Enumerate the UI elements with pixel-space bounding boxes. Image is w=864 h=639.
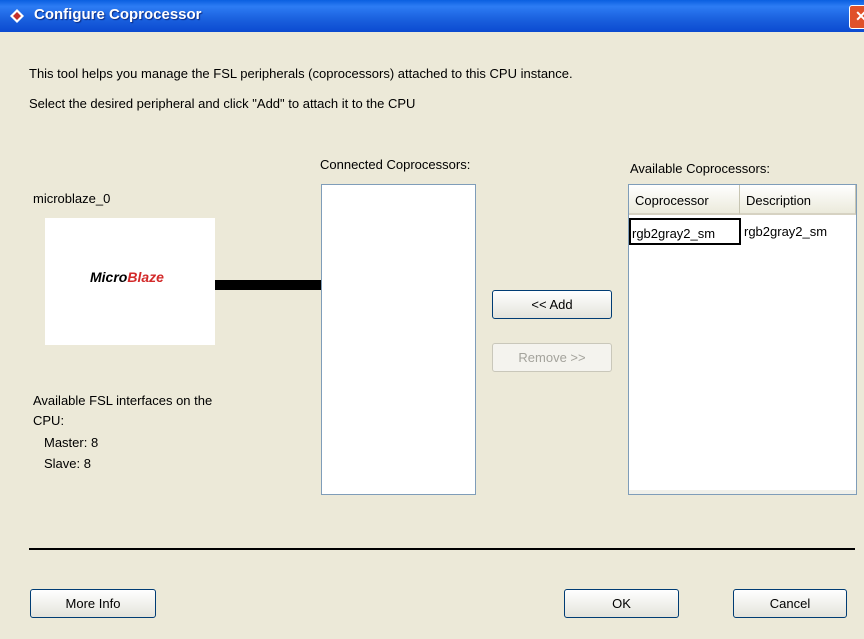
master-count: Master: 8 <box>44 435 99 450</box>
microblaze-logo: MicroBlaze <box>90 269 164 285</box>
configure-coprocessor-dialog: Configure Coprocessor ✕ This tool helps … <box>0 0 864 639</box>
close-button[interactable]: ✕ <box>849 5 864 29</box>
table-cell-coprocessor[interactable]: rgb2gray2_sm <box>629 218 741 245</box>
app-icon <box>10 9 24 23</box>
table-cell-description[interactable]: rgb2gray2_sm <box>743 218 856 245</box>
cancel-button[interactable]: Cancel <box>733 589 847 618</box>
available-coprocessors-table[interactable]: Coprocessor Description rgb2gray2_sm rgb… <box>628 184 857 495</box>
interfaces-label-line1: Available FSL interfaces on the <box>33 393 213 408</box>
horizontal-scrollbar[interactable] <box>629 490 856 494</box>
ok-button[interactable]: OK <box>564 589 679 618</box>
close-icon: ✕ <box>855 8 864 24</box>
more-info-button[interactable]: More Info <box>30 589 156 618</box>
window-title: Configure Coprocessor <box>34 6 202 23</box>
connected-coprocessors-label: Connected Coprocessors: <box>320 157 471 172</box>
connected-coprocessors-list[interactable] <box>321 184 476 495</box>
title-bar: Configure Coprocessor ✕ <box>0 0 864 32</box>
add-button[interactable]: << Add <box>492 290 612 319</box>
slave-count: Slave: 8 <box>44 456 91 471</box>
interfaces-label-line2: CPU: <box>33 413 65 428</box>
remove-button[interactable]: Remove >> <box>492 343 612 372</box>
column-header-coprocessor[interactable]: Coprocessor <box>629 185 740 215</box>
intro-line-2: Select the desired peripheral and click … <box>29 96 416 111</box>
available-coprocessors-label: Available Coprocessors: <box>630 161 770 176</box>
separator-line <box>29 548 855 550</box>
intro-line-1: This tool helps you manage the FSL perip… <box>29 66 573 81</box>
column-header-description[interactable]: Description <box>740 185 856 215</box>
cpu-name: microblaze_0 <box>33 191 111 206</box>
fsl-connector-line <box>215 280 321 290</box>
